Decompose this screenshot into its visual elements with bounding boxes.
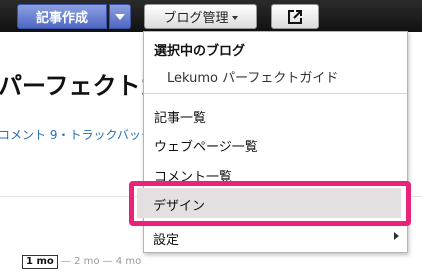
menu-item-web-pages[interactable]: ウェブページ一覧 xyxy=(154,136,258,155)
view-site-button[interactable] xyxy=(271,4,319,29)
menu-item-settings[interactable]: 設定 xyxy=(153,229,179,248)
chevron-down-icon xyxy=(115,13,125,20)
top-toolbar: 記事作成 ブログ管理 xyxy=(0,0,422,32)
blog-management-menu-button[interactable]: ブログ管理 xyxy=(144,4,257,29)
blog-management-label: ブログ管理 xyxy=(163,11,229,26)
menu-item-design[interactable]: デザイン xyxy=(153,195,205,214)
create-entry-button[interactable]: 記事作成 xyxy=(17,4,107,29)
selected-blog-name[interactable]: Lekumo パーフェクトガイド xyxy=(167,67,338,86)
timeline-range: 1 mo — 2 mo — 4 mo xyxy=(22,255,141,269)
create-menu-toggle[interactable] xyxy=(109,4,131,29)
create-entry-label: 記事作成 xyxy=(35,11,88,26)
timeline-other-ranges[interactable]: — 2 mo — 4 mo xyxy=(61,256,141,267)
page-title: パーフェクトガ xyxy=(0,72,158,100)
menu-item-entries[interactable]: 記事一覧 xyxy=(154,107,206,126)
submenu-arrow-icon xyxy=(394,232,399,240)
comment-trackback-links[interactable]: コメント 9・トラックバック xyxy=(0,126,158,143)
caret-down-icon xyxy=(231,15,238,20)
selected-blog-heading: 選択中のブログ xyxy=(154,44,246,59)
timeline-current[interactable]: 1 mo xyxy=(22,255,58,269)
menu-separator xyxy=(144,93,407,94)
external-link-icon xyxy=(288,9,302,24)
